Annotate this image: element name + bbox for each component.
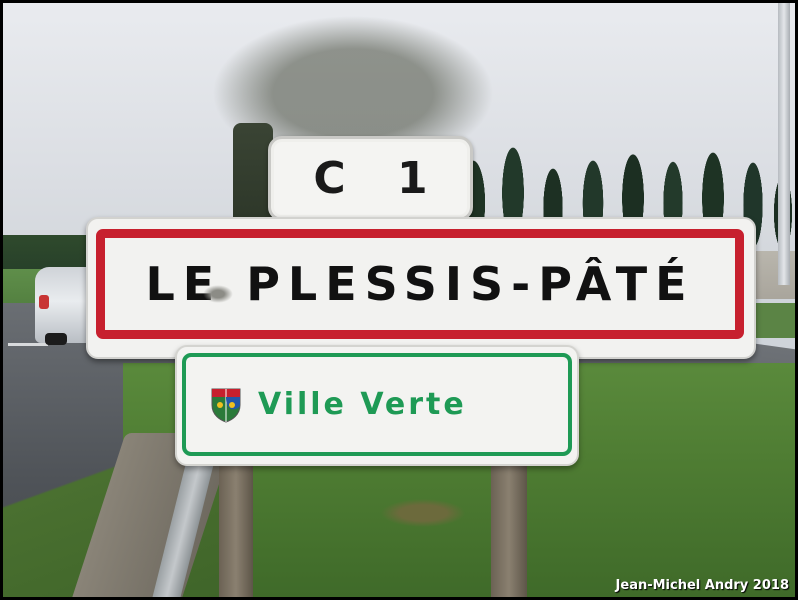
sign-post-right: [491, 461, 527, 597]
route-number: C 1: [313, 153, 446, 204]
town-entry-sign: LE PLESSIS-PÂTÉ: [86, 217, 756, 359]
sign-damage: [203, 285, 233, 303]
ville-verte-label: Ville Verte: [258, 387, 467, 422]
town-sign-border: LE PLESSIS-PÂTÉ: [96, 229, 744, 339]
right-field: [751, 303, 795, 338]
ville-verte-border: Ville Verte: [182, 353, 572, 456]
photo-credit: Jean-Michel Andry 2018: [615, 578, 789, 593]
route-number-sign: C 1: [268, 136, 473, 221]
car-wheel: [45, 333, 67, 345]
photo-frame: C 1 LE PLESSIS-PÂTÉ Ville Verte Jean-Mic…: [3, 3, 795, 597]
hedge: [3, 235, 88, 271]
road-marking: [8, 343, 48, 346]
street-pole: [778, 3, 790, 285]
car-tail-light: [39, 295, 49, 309]
coat-of-arms-icon: [211, 388, 241, 423]
ville-verte-sign: Ville Verte: [175, 345, 579, 466]
sign-post-left: [219, 443, 253, 597]
